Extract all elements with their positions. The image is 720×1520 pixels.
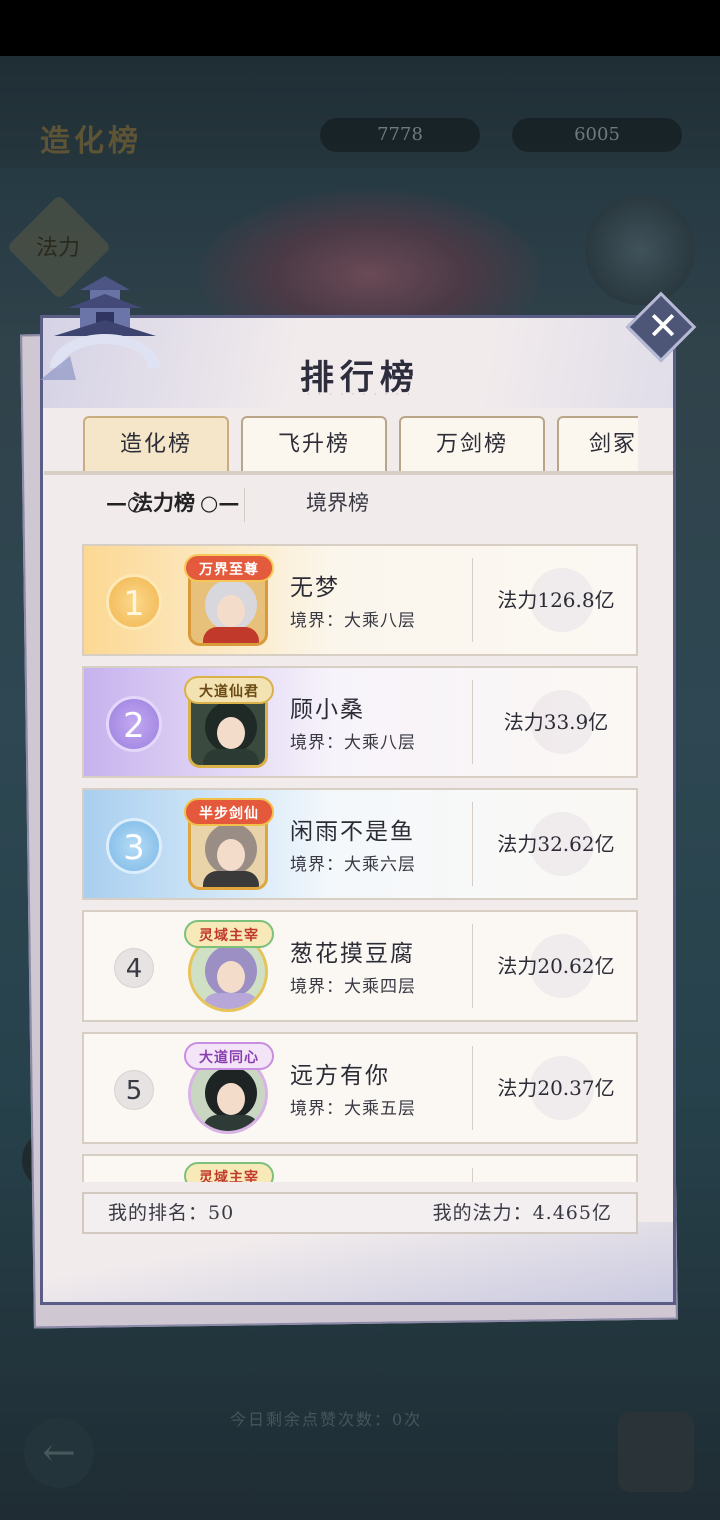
ranking-row-4[interactable]: 4 灵域主宰 葱花摸豆腐 境界：大乘四层 法力20.62亿: [82, 910, 638, 1022]
title-banner: 大道同心: [184, 1042, 274, 1070]
tab-wanjian[interactable]: 万剑榜: [399, 416, 545, 472]
tab-feisheng[interactable]: 飞升榜: [241, 416, 387, 472]
title-banner: 半步剑仙: [184, 798, 274, 826]
row-divider: [472, 802, 473, 886]
ranking-row-3[interactable]: 3 半步剑仙 闲雨不是鱼 境界：大乘六层 法力32.62亿: [82, 788, 638, 900]
game-screen: 造化榜 7778 6005 法力 今日剩余点赞次数：0次 ← ✕ 排行榜 · ·…: [0, 0, 720, 1520]
player-power: 法力32.62亿: [497, 832, 615, 856]
background-title: 造化榜: [40, 124, 142, 159]
my-rank-label: 我的排名：50: [108, 1202, 235, 1224]
rank-number: 5: [114, 1070, 154, 1110]
my-rank-bar: 我的排名：50 我的法力：4.465亿: [82, 1192, 638, 1234]
close-icon[interactable]: ✕: [643, 303, 683, 349]
rank-medal-blue: 3: [106, 818, 162, 874]
player-name: 无梦: [290, 575, 340, 601]
title-banner: 灵域主宰: [184, 1162, 274, 1182]
player-name: 远方有你: [290, 1063, 390, 1089]
row-divider: [472, 558, 473, 642]
player-power: 法力20.62亿: [497, 954, 615, 978]
player-power: 法力20.37亿: [497, 1076, 615, 1100]
player-realm: 境界：大乘四层: [290, 977, 416, 997]
rank-medal-purple: 2: [106, 696, 162, 752]
my-power-label: 我的法力：4.465亿: [432, 1202, 612, 1224]
background-resource-1: 7778: [320, 118, 480, 152]
tab-underline: [44, 471, 673, 475]
sub-tabs: —○ 法力榜 ○— 境界榜: [44, 478, 673, 532]
rank-medal-gold: 1: [106, 574, 162, 630]
rank-number: 4: [114, 948, 154, 988]
subtab-divider: [244, 488, 245, 522]
player-name: 葱花摸豆腐: [290, 941, 415, 967]
status-bar-area: [0, 0, 720, 56]
title-banner: 大道仙君: [184, 676, 274, 704]
row-divider: [472, 680, 473, 764]
tab-zaohua[interactable]: 造化榜: [83, 416, 229, 472]
ranking-row-5[interactable]: 5 大道同心 远方有你 境界：大乘五层 法力20.37亿: [82, 1032, 638, 1144]
background-side-tag: 法力: [36, 236, 81, 261]
main-tabs: 造化榜 飞升榜 万剑榜 剑冢: [83, 416, 638, 472]
ranking-row-1[interactable]: 1 万界至尊 无梦 境界：大乘八层 法力126.8亿: [82, 544, 638, 656]
back-arrow-icon: ←: [24, 1418, 94, 1488]
title-ornament: · · · · · · · · · ·: [307, 390, 413, 399]
row-divider: [472, 1046, 473, 1130]
player-power: 法力126.8亿: [497, 588, 615, 612]
background-bottom-hint: 今日剩余点赞次数：0次: [230, 1410, 423, 1429]
panel-bottom-decoration: [43, 1222, 673, 1302]
ranking-row-6[interactable]: 灵域主宰: [82, 1154, 638, 1182]
player-name: 闲雨不是鱼: [290, 819, 415, 845]
subtab-ornament-right: ○—: [200, 490, 240, 515]
player-power: 法力33.9亿: [503, 710, 609, 734]
player-realm: 境界：大乘八层: [290, 611, 416, 631]
player-realm: 境界：大乘六层: [290, 855, 416, 875]
subtab-fali[interactable]: 法力榜: [132, 478, 195, 532]
background-shield-icon: [618, 1412, 694, 1492]
background-resource-2: 6005: [512, 118, 682, 152]
player-realm: 境界：大乘五层: [290, 1099, 416, 1119]
ranking-row-2[interactable]: 2 大道仙君 顾小桑 境界：大乘八层 法力33.9亿: [82, 666, 638, 778]
background-orb: [585, 195, 695, 305]
player-realm: 境界：大乘八层: [290, 733, 416, 753]
ranking-list[interactable]: 1 万界至尊 无梦 境界：大乘八层 法力126.8亿 2 大道仙君 顾小桑 境界…: [82, 544, 638, 1182]
row-divider: [472, 1168, 473, 1182]
title-banner: 灵域主宰: [184, 920, 274, 948]
title-banner: 万界至尊: [184, 554, 274, 582]
row-divider: [472, 924, 473, 1008]
tab-jianzhong[interactable]: 剑冢: [557, 416, 638, 472]
player-name: 顾小桑: [290, 697, 365, 723]
subtab-jingjie[interactable]: 境界榜: [306, 478, 369, 532]
